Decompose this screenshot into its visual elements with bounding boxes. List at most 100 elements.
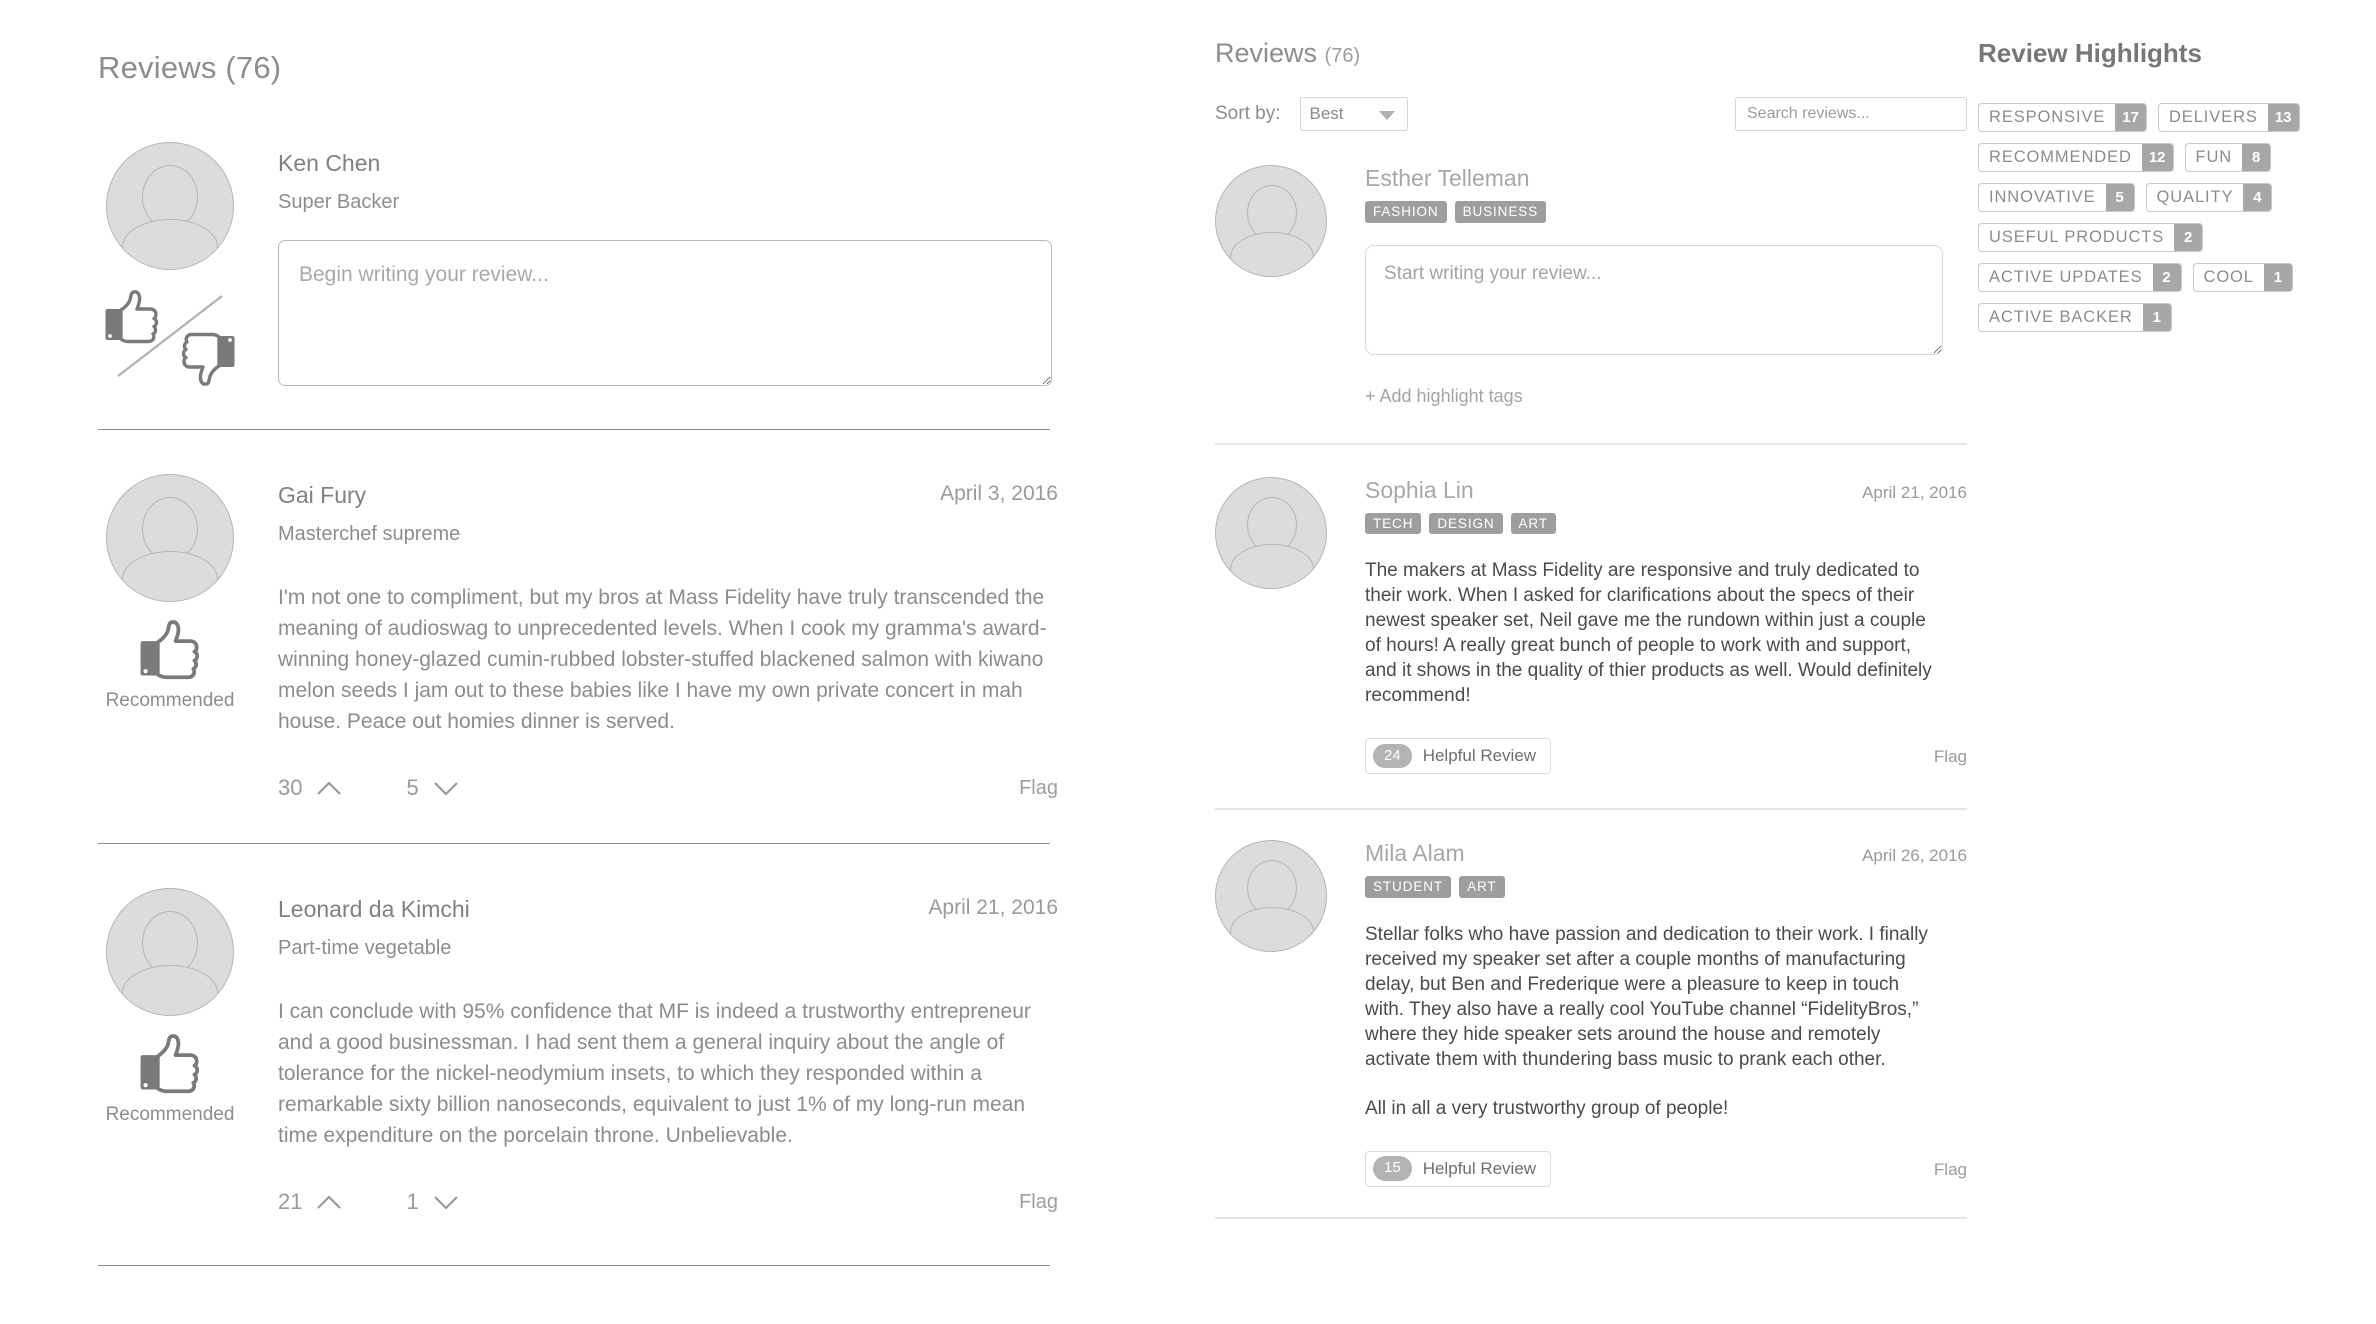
highlight-tag-count: 8 [2242,144,2271,171]
highlight-tag[interactable]: ACTIVE UPDATES 2 [1978,263,2182,292]
review-author-subtitle: Part-time vegetable [278,937,452,959]
review-date: April 21, 2016 [1862,482,1967,502]
avatar-body [1230,907,1314,951]
middle-review-input[interactable] [1365,244,1943,355]
review-paragraph: The makers at Mass Fidelity are responsi… [1365,560,1932,706]
highlight-tag[interactable]: COOL 1 [2192,263,2293,292]
flag-link[interactable]: Flag [1019,1191,1058,1214]
middle-divider-2 [1215,808,1967,810]
highlight-tag-count: 12 [2141,144,2173,171]
highlight-tag[interactable]: RECOMMENDED 12 [1978,143,2174,172]
highlight-tag-label: USEFUL PRODUCTS [1989,228,2165,246]
chevron-down-icon[interactable] [433,1195,459,1210]
user-tag: ART [1510,512,1556,534]
review-paragraph: All in all a very trustworthy group of p… [1365,1097,1729,1119]
review-body: I'm not one to compliment, but my bros a… [278,586,1047,733]
left-review-side: Recommended [98,474,242,801]
middle-title-text: Reviews [1215,38,1318,68]
chevron-up-icon[interactable] [316,780,342,796]
avatar [1215,476,1327,589]
left-composer-side [98,142,242,391]
sort-select[interactable]: Best [1300,97,1409,131]
highlight-tag[interactable]: INNOVATIVE 5 [1978,183,2135,212]
left-reviews-column: Reviews (76) Ken Chen Super Backer Begin… [98,50,1058,1266]
flag-link[interactable]: Flag [1019,777,1058,800]
highlight-tag-count: 2 [2152,264,2181,291]
highlight-tag[interactable]: DELIVERS 13 [2157,103,2300,132]
highlight-tag-label: ACTIVE BACKER [1989,308,2133,326]
avatar-body [122,219,218,269]
helpful-review-button[interactable]: 15 Helpful Review [1365,1150,1552,1187]
helpful-count-badge: 24 [1373,743,1412,769]
review-body: The makers at Mass Fidelity are responsi… [1365,558,1943,708]
add-highlight-tags-link[interactable]: + Add highlight tags [1365,386,1967,407]
user-tag: BUSINESS [1454,201,1547,223]
left-composer-main: Ken Chen Super Backer [242,142,1052,391]
avatar-body [1230,232,1314,276]
review-highlights-panel: Review Highlights RESPONSIVE 17 DELIVERS… [1978,38,2358,332]
middle-reviews-column: Reviews (76) Sort by: Best Esther Tellem… [1215,38,1967,1219]
highlight-tag[interactable]: ACTIVE BACKER 1 [1978,303,2172,332]
avatar [106,474,234,602]
downvote-control[interactable]: 5 [406,775,458,801]
middle-review-main: April 26, 2016 Mila Alam STUDENT ART Ste… [1365,840,1967,1187]
search-input[interactable] [1735,97,1967,131]
sort-select-value: Best [1309,104,1344,123]
middle-review-main: April 21, 2016 Sophia Lin TECH DESIGN AR… [1365,477,1967,774]
highlight-tag-label: FUN [2195,148,2233,166]
left-page-title: Reviews (76) [98,50,282,85]
avatar [1215,165,1327,277]
avatar [106,142,234,270]
user-tag: STUDENT [1365,876,1452,898]
upvote-control[interactable]: 30 [278,775,342,801]
left-divider-2 [98,843,1050,844]
highlight-tag-label: ACTIVE UPDATES [1989,268,2143,286]
thumbs-down-icon[interactable] [180,332,236,386]
recommended-label: Recommended [105,690,235,711]
highlight-tag-list: RESPONSIVE 17 DELIVERS 13 RECOMMENDED 12… [1978,103,2358,332]
upvote-count: 30 [278,775,303,800]
helpful-review-button[interactable]: 24 Helpful Review [1365,738,1552,774]
composer-user-tags: FASHION BUSINESS [1365,201,1967,223]
helpful-count-badge: 15 [1373,1156,1412,1181]
chevron-up-icon[interactable] [316,1194,342,1210]
highlight-tag[interactable]: QUALITY 4 [2145,183,2273,212]
avatar-body [122,551,218,601]
avatar [1215,840,1327,952]
reviews-page: Reviews (76) Ken Chen Super Backer Begin… [0,0,2376,1324]
left-review-item: Recommended April 21, 2016 Leonard da Ki… [98,888,1058,1215]
highlight-tag-label: RECOMMENDED [1989,148,2132,166]
highlight-tag[interactable]: RESPONSIVE 17 [1978,103,2147,132]
composer-user-name: Ken Chen [278,150,381,176]
downvote-count: 5 [406,775,419,800]
upvote-control[interactable]: 21 [278,1189,342,1215]
review-body: I can conclude with 95% confidence that … [278,1000,1031,1147]
highlight-tag-count: 4 [2243,184,2272,211]
review-author-tags: TECH DESIGN ART [1365,512,1967,534]
middle-review-composer: Esther Telleman FASHION BUSINESS + Add h… [1215,165,1967,407]
highlight-tag-count: 1 [2142,304,2171,331]
middle-review-item: April 21, 2016 Sophia Lin TECH DESIGN AR… [1215,476,1967,774]
left-review-side: Recommended [98,888,242,1215]
highlight-tag[interactable]: USEFUL PRODUCTS 2 [1978,223,2204,252]
highlight-tag[interactable]: FUN 8 [2184,143,2272,172]
highlight-tag-label: INNOVATIVE [1989,188,2096,206]
left-review-composer: Ken Chen Super Backer [98,142,1052,391]
review-body: Stellar folks who have passion and dedic… [1365,922,1943,1121]
chevron-down-icon[interactable] [433,781,459,796]
avatar [106,888,234,1016]
user-tag: ART [1459,876,1505,898]
flag-link[interactable]: Flag [1934,1160,1967,1180]
review-paragraph: Stellar folks who have passion and dedic… [1365,923,1928,1070]
middle-review-count: (76) [1324,45,1361,67]
downvote-control[interactable]: 1 [406,1189,458,1215]
thumb-rating-selector[interactable] [104,286,236,386]
helpful-review-label: Helpful Review [1422,1158,1537,1178]
highlight-tag-count: 1 [2263,264,2292,291]
review-actions: 15 Helpful Review Flag [1365,1150,1967,1187]
review-author-tags: STUDENT ART [1365,876,1967,898]
flag-link[interactable]: Flag [1934,747,1967,767]
left-review-item: Recommended April 3, 2016 Gai Fury Maste… [98,474,1058,801]
left-review-input[interactable] [278,240,1052,386]
highlight-tag-label: DELIVERS [2168,108,2258,126]
